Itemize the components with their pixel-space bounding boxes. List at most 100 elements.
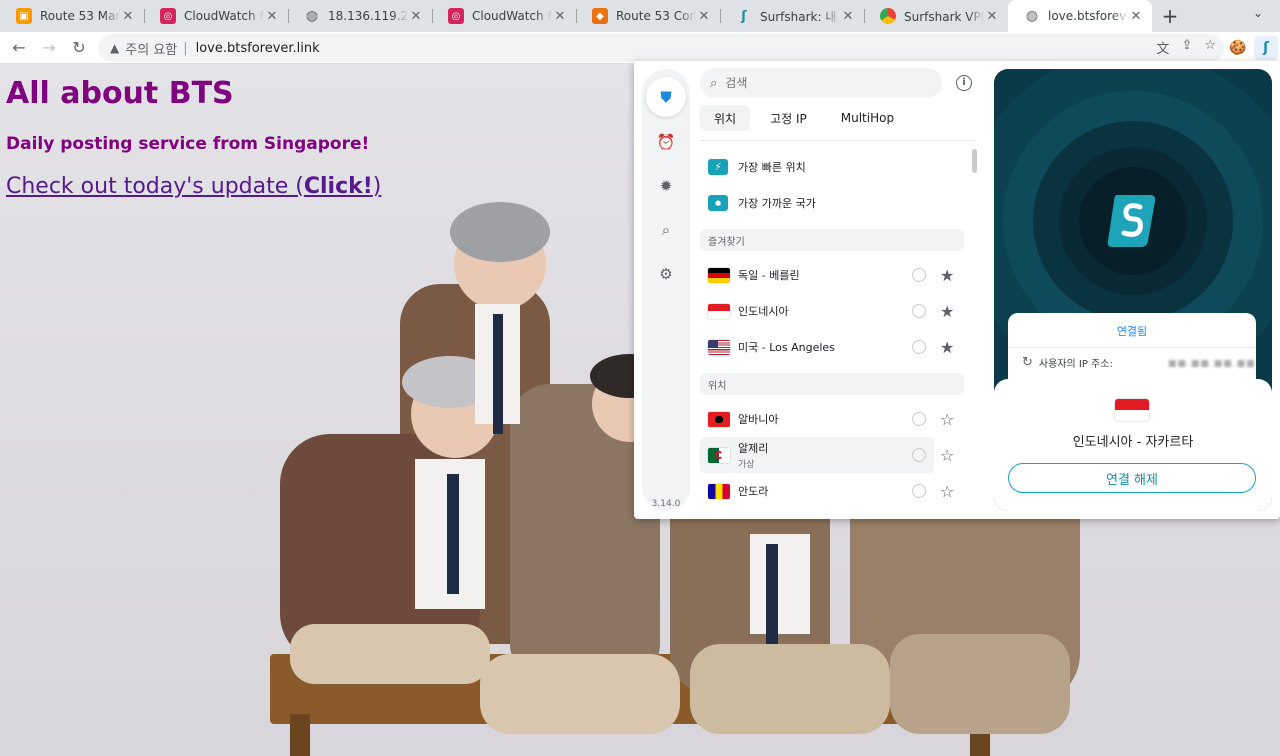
connect-radio[interactable]: [912, 412, 926, 426]
flag-de-icon: [708, 267, 730, 283]
flag-us-icon: [708, 339, 730, 355]
surfshark-extension-icon[interactable]: ʃ: [1254, 36, 1278, 60]
close-icon[interactable]: ✕: [1128, 9, 1144, 24]
connect-radio[interactable]: [912, 268, 926, 282]
bolt-icon: ⚡: [708, 159, 728, 175]
tab-route53-console[interactable]: ◆ Route 53 Console ✕: [576, 0, 720, 32]
chevron-down-icon[interactable]: ⌄: [1248, 6, 1268, 26]
list-item-label: 가장 빠른 위치: [738, 161, 806, 174]
cookie-extension-icon[interactable]: 🍪: [1226, 36, 1250, 60]
connect-radio[interactable]: [912, 448, 926, 462]
list-item-indonesia[interactable]: 인도네시아 ★: [700, 293, 974, 329]
connect-radio[interactable]: [912, 304, 926, 318]
gear-icon[interactable]: ⚙: [654, 262, 678, 286]
connection-panel: 연결됨 ↻ 사용자의 IP 주소: ■■.■■.■■.■■ 인도네시아 - 자카…: [994, 69, 1272, 511]
surfshark-popup: ⛊ ⏰ ✹ ⌕ ⚙ 3.14.0 ⌕ i 위치 고정 IP MultiHop ⚡…: [634, 61, 1280, 519]
list-item-label: 알제리: [738, 442, 769, 455]
new-tab-button[interactable]: +: [1152, 0, 1188, 32]
favorite-star-icon[interactable]: ★: [940, 338, 954, 357]
version-label: 3.14.0: [651, 499, 681, 509]
aws-box-icon: ▣: [16, 8, 32, 24]
cloudwatch-icon: ◎: [160, 8, 176, 24]
tab-title: CloudWatch Management: [472, 9, 552, 23]
list-item-label: 인도네시아: [738, 305, 789, 318]
ip-row: ↻ 사용자의 IP 주소:: [1022, 355, 1113, 370]
link-text: Check out today's update (: [6, 174, 304, 199]
locations-header: 위치: [700, 373, 964, 395]
disconnect-button[interactable]: 연결 해제: [1008, 463, 1256, 493]
connect-radio[interactable]: [912, 484, 926, 498]
favorite-star-icon[interactable]: ☆: [940, 482, 954, 501]
forward-button[interactable]: →: [34, 34, 64, 62]
tab-route53-management[interactable]: ▣ Route 53 Management ✕: [0, 0, 144, 32]
tab-title: love.btsforever.link: [1048, 9, 1128, 23]
connected-location-name: 인도네시아 - 자카르타: [1072, 435, 1194, 450]
search-icon: ⌕: [710, 75, 718, 91]
list-item-nearest[interactable]: ● 가장 가까운 국가: [700, 185, 974, 221]
close-icon[interactable]: ✕: [696, 9, 712, 24]
tab-surfshark-account[interactable]: ʃ Surfshark: 내 계정 ✕: [720, 0, 864, 32]
bookmark-star-icon[interactable]: ☆: [1204, 38, 1216, 57]
favorite-star-icon[interactable]: ☆: [940, 410, 954, 429]
location-search[interactable]: ⌕: [700, 68, 942, 98]
tab-cloudwatch-2[interactable]: ◎ CloudWatch Management ✕: [432, 0, 576, 32]
page-subtitle: Daily posting service from Singapore!: [6, 134, 370, 154]
favorites-header: 즐겨찾기: [700, 229, 964, 251]
url-text[interactable]: love.btsforever.link: [196, 41, 320, 56]
ip-label: 사용자의 IP 주소:: [1038, 359, 1113, 370]
info-icon[interactable]: i: [956, 75, 972, 91]
share-icon[interactable]: ⇪: [1181, 38, 1192, 57]
list-item-albania[interactable]: 알바니아 ☆: [700, 401, 974, 437]
list-item-algeria[interactable]: 알제리 가상 ☆: [700, 437, 954, 473]
page-title: All about BTS: [6, 76, 234, 111]
translate-icon[interactable]: 文: [1156, 38, 1169, 57]
tab-surfshark-extension[interactable]: Surfshark VPN 확장 ✕: [864, 0, 1008, 32]
tab-locations[interactable]: 위치: [700, 105, 751, 131]
tab-multihop[interactable]: MultiHop: [827, 105, 908, 131]
connect-radio[interactable]: [912, 340, 926, 354]
vpn-shield-icon[interactable]: ⛊: [646, 77, 686, 117]
list-scrollbar[interactable]: [972, 149, 977, 173]
flag-ad-icon: [708, 483, 730, 499]
ip-value: ■■.■■.■■.■■: [1168, 359, 1256, 369]
close-icon[interactable]: ✕: [408, 9, 424, 24]
location-tabs: 위치 고정 IP MultiHop: [700, 105, 976, 141]
flag-al-icon: [708, 411, 730, 427]
close-icon[interactable]: ✕: [840, 9, 856, 24]
search-alert-icon[interactable]: ⌕: [654, 218, 678, 242]
close-icon[interactable]: ✕: [984, 9, 1000, 24]
list-item-germany-berlin[interactable]: 독일 - 베를린 ★: [700, 257, 974, 293]
tab-title: 18.136.119.213/monitor: [328, 9, 408, 23]
favorite-star-icon[interactable]: ★: [940, 266, 954, 285]
refresh-icon: ↻: [1022, 355, 1033, 370]
tab-ip-monitor[interactable]: ◍ 18.136.119.213/monitor ✕: [288, 0, 432, 32]
globe-icon: ◍: [1025, 8, 1039, 24]
list-item-fastest[interactable]: ⚡ 가장 빠른 위치: [700, 149, 974, 185]
divider: [1008, 347, 1256, 348]
close-icon[interactable]: ✕: [552, 9, 568, 24]
tab-cloudwatch-1[interactable]: ◎ CloudWatch Management ✕: [144, 0, 288, 32]
address-bar[interactable]: ▲ 주의 요함 | love.btsforever.link 文 ⇪ ☆: [98, 34, 1224, 62]
browser-toolbar: ← → ↻ ▲ 주의 요함 | love.btsforever.link 文 ⇪…: [0, 32, 1280, 64]
list-item-andorra[interactable]: 안도라 ☆: [700, 473, 974, 509]
bug-icon[interactable]: ✹: [654, 174, 678, 198]
list-item-label: 알바니아: [738, 413, 779, 426]
reload-button[interactable]: ↻: [64, 34, 94, 62]
list-item-us-los-angeles[interactable]: 미국 - Los Angeles ★: [700, 329, 974, 365]
close-icon[interactable]: ✕: [120, 9, 136, 24]
update-link[interactable]: Check out today's update (Click!): [6, 174, 381, 199]
tab-strip: ▣ Route 53 Management ✕ ◎ CloudWatch Man…: [0, 0, 1280, 32]
tab-static-ip[interactable]: 고정 IP: [756, 105, 821, 131]
tab-btsforever[interactable]: ◍ love.btsforever.link ✕: [1008, 0, 1152, 32]
favorite-star-icon[interactable]: ☆: [940, 446, 954, 465]
back-button[interactable]: ←: [4, 34, 34, 62]
location-list: ⚡ 가장 빠른 위치 ● 가장 가까운 국가 즐겨찾기 독일 - 베를린 ★ 인…: [700, 149, 974, 515]
route53-icon: ◆: [592, 8, 608, 24]
close-icon[interactable]: ✕: [264, 9, 280, 24]
favorite-star-icon[interactable]: ★: [940, 302, 954, 321]
status-label: 연결됨: [1116, 325, 1148, 338]
search-input[interactable]: [725, 76, 916, 90]
list-item-label: 가장 가까운 국가: [738, 197, 816, 210]
tab-title: Route 53 Console: [616, 9, 696, 23]
alert-icon[interactable]: ⏰: [654, 130, 678, 154]
